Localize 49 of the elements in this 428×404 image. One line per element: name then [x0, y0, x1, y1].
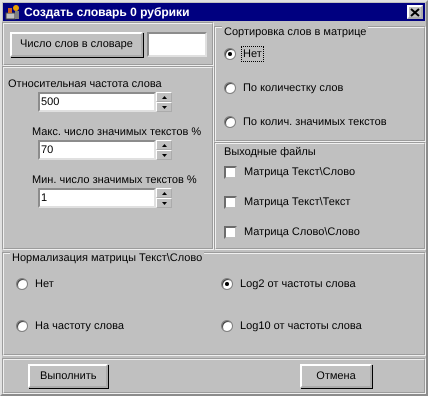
up-arrow-icon — [162, 144, 166, 146]
option-label[interactable]: По колич. значимых текстов — [241, 114, 389, 130]
spin-up-button[interactable] — [156, 140, 172, 150]
option-label[interactable]: Log2 от частоты слова — [238, 276, 358, 292]
number-field[interactable]: 70 — [38, 140, 156, 160]
group-title: Сортировка слов в матрице — [222, 26, 368, 38]
option-label[interactable]: Log10 от частоты слова — [238, 318, 364, 334]
checkbox-label[interactable]: Матрица Слово\Слово — [242, 224, 362, 240]
spinner-label: Мин. число значимых текстов % — [32, 174, 198, 186]
spin-down-button[interactable] — [156, 102, 172, 112]
group-title: Выходные файлы — [222, 146, 318, 158]
radio-button[interactable] — [221, 320, 233, 332]
number-field[interactable]: 1 — [38, 188, 156, 208]
checkbox-label[interactable]: Матрица Текст\Текст — [242, 194, 352, 210]
radio-button[interactable] — [16, 278, 28, 290]
word-count-field[interactable] — [146, 32, 207, 56]
number-field[interactable]: 500 — [38, 92, 156, 112]
close-button[interactable] — [407, 5, 423, 19]
spin-down-button[interactable] — [156, 150, 172, 160]
spin-down-button[interactable] — [156, 198, 172, 208]
spin-up-button[interactable] — [156, 92, 172, 102]
spinner-label: Макс. число значимых текстов % — [32, 126, 202, 138]
up-arrow-icon — [162, 192, 166, 194]
checkbox-label[interactable]: Матрица Текст\Слово — [242, 164, 358, 180]
close-icon — [410, 8, 420, 16]
checkbox[interactable] — [224, 166, 237, 178]
dialog-button[interactable]: Отмена — [300, 364, 372, 388]
window-title: Создать словарь 0 рубрики — [24, 5, 190, 19]
option-label[interactable]: На частоту слова — [33, 318, 126, 334]
checkbox[interactable] — [224, 226, 237, 238]
option-label[interactable]: Нет — [241, 46, 264, 62]
checkbox[interactable] — [224, 196, 237, 208]
spin-up-button[interactable] — [156, 188, 172, 198]
option-label[interactable]: Нет — [33, 276, 56, 292]
down-arrow-icon — [162, 202, 166, 204]
radio-button[interactable] — [224, 116, 236, 128]
radio-button[interactable] — [16, 320, 28, 332]
down-arrow-icon — [162, 154, 166, 156]
word-count-button[interactable]: Число слов в словаре — [10, 32, 143, 56]
radio-button[interactable] — [224, 48, 236, 60]
spinner-label: Относительная частота слова — [8, 78, 163, 90]
up-arrow-icon — [162, 96, 166, 98]
radio-button[interactable] — [221, 278, 233, 290]
down-arrow-icon — [162, 106, 166, 108]
dialog-button[interactable]: Выполнить — [28, 364, 108, 388]
group-title: Нормализация матрицы Текст\Слово — [10, 252, 204, 264]
radio-button[interactable] — [224, 82, 236, 94]
option-label[interactable]: По количестку слов — [241, 80, 346, 96]
app-icon — [5, 4, 21, 20]
